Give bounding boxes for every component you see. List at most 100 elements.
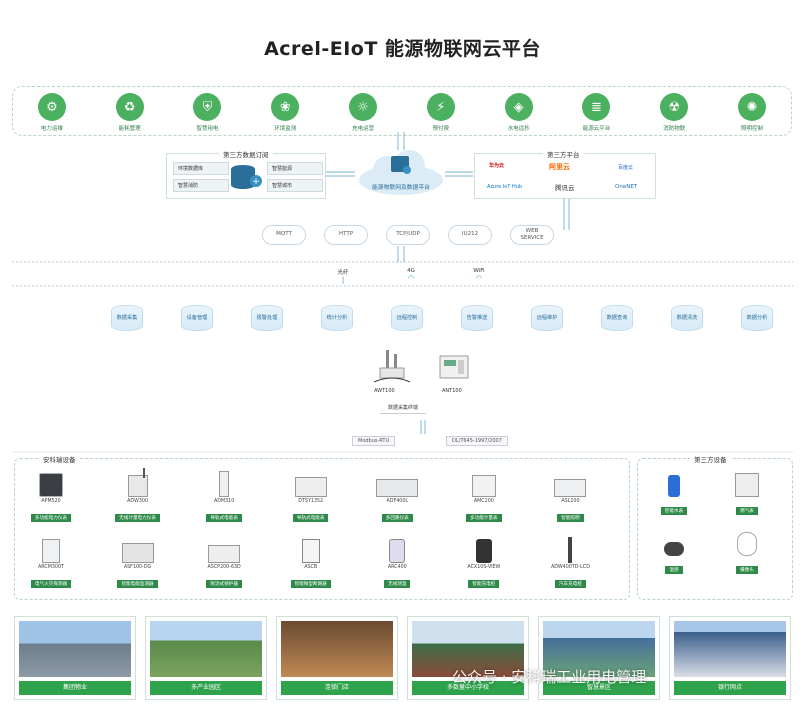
device-name: 汽车充电桩 — [554, 580, 586, 588]
third-party-device[interactable]: 燃气表 — [715, 471, 779, 516]
device-name: 导轨式电能表 — [206, 514, 242, 522]
third-party-platform-panel: 第三方平台 华为云 阿里云 Azure IoT Hub 腾讯云 百度云 OneN… — [474, 149, 656, 199]
scenario-card[interactable]: 多产业园区 — [145, 616, 267, 700]
network-type: WiFi ◠ — [468, 268, 490, 284]
scenario-card[interactable]: 集团物业 — [14, 616, 136, 700]
acrel-device[interactable]: APM520 多功能电力仪表 — [19, 471, 83, 523]
acrel-device[interactable]: ADW400TD-LCD 汽车充电桩 — [538, 537, 602, 589]
acrel-device[interactable]: ASF100-DG 智能电能监测器 — [106, 537, 170, 589]
scenario-card[interactable]: 智慧景区 — [538, 616, 660, 700]
huawei-cloud-logo: 华为云 — [489, 163, 505, 169]
function-label: 数据分析 — [746, 315, 768, 321]
scenario-card[interactable]: 多数量中小学校 — [407, 616, 529, 700]
third-party-device[interactable]: 温感 — [642, 530, 706, 575]
function-item: 报警处理 — [250, 305, 284, 331]
acrel-section-title: 安科瑞设备 — [39, 454, 80, 464]
function-row: 数据采集 设备管理 报警处理 统计分析 远程控制 告警推送 远程维护 数据查询 数据清洗 数据分析 — [110, 305, 774, 331]
acrel-device[interactable]: ARC400 无线测温 — [365, 537, 429, 589]
scenario-row: 集团物业 多产业园区 连锁门店 多数量中小学校 智慧景区 银行网点 — [14, 616, 791, 700]
device-name: 无线计量电力仪表 — [115, 514, 160, 522]
onenet-logo: OneNET — [615, 184, 638, 190]
device-name: 燃气表 — [736, 507, 758, 515]
acrel-device[interactable]: DTSY1352 导轨式电能表 — [279, 471, 343, 523]
network-type: 光纤 | — [332, 268, 354, 284]
function-item: 数据清洗 — [670, 305, 704, 331]
gateway-model: AWT100 — [374, 388, 395, 394]
device-model: DTSY1352 — [298, 499, 324, 504]
ant100-gateway-image — [436, 352, 472, 382]
cloud-label: 能源物联网及数据平台 — [372, 185, 430, 191]
acrel-device[interactable]: ASL100 智能照明 — [538, 471, 602, 523]
protocol-tag: MQTT — [262, 225, 306, 245]
bus-protocol: Modbus-RTU — [352, 436, 396, 446]
device-name: 智能微型断路器 — [290, 580, 331, 588]
device-name: 电气火灾探测器 — [30, 580, 72, 588]
device-model: ADW400TD-LCD — [550, 565, 590, 570]
acrel-device[interactable]: ARCM300T 电气火灾探测器 — [19, 537, 83, 589]
third-party-device[interactable]: 智能水表 — [642, 471, 706, 516]
database-cylinder-icon: 数据清洗 — [671, 305, 703, 331]
device-image — [192, 537, 256, 563]
signal-icon: | — [341, 276, 345, 284]
subscription-item[interactable]: 智慧消防 — [173, 179, 229, 192]
gateway-label: 数据采集终端 — [380, 404, 427, 414]
scenario-photo — [674, 621, 786, 677]
scenario-card[interactable]: 银行网点 — [669, 616, 791, 700]
device-name: 限流式保护器 — [206, 580, 242, 588]
third-party-subscription-panel: 第三方数据订阅 环境数据库 智慧消防 + 智慧能源 智慧城市 — [166, 149, 326, 199]
acrel-device[interactable]: AMC200 多功能计量表 — [452, 471, 516, 523]
acrel-device[interactable]: ACX10S-VIEW 智能充电桩 — [452, 537, 516, 589]
scenario-label: 多产业园区 — [150, 681, 262, 695]
subscription-item[interactable]: 环境数据库 — [173, 162, 229, 175]
scenario-card[interactable]: 连锁门店 — [276, 616, 398, 700]
database-cylinder-icon: 设备管理 — [181, 305, 213, 331]
device-image — [19, 471, 83, 497]
acrel-device[interactable]: ADF400L 多回路仪表 — [365, 471, 429, 523]
third-party-device[interactable]: 摄像头 — [715, 530, 779, 575]
device-image — [365, 471, 429, 497]
device-image — [106, 468, 170, 497]
subscription-item[interactable]: 智慧能源 — [267, 162, 323, 175]
device-name: 多功能电力仪表 — [30, 514, 72, 522]
function-label: 设备管理 — [186, 315, 208, 321]
protocol-tag: HTTP — [324, 225, 368, 245]
subscription-title: 第三方数据订阅 — [219, 149, 273, 159]
device-image — [538, 471, 602, 497]
scenario-label: 银行网点 — [674, 681, 786, 695]
baidu-cloud-logo: 百度云 — [618, 165, 634, 171]
bus-protocol: DL/T645-1997/2007 — [446, 436, 508, 446]
acrel-device[interactable]: ADW300 无线计量电力仪表 — [106, 468, 170, 523]
acrel-device[interactable]: ADM310 导轨式电能表 — [192, 471, 256, 523]
device-image — [452, 471, 516, 497]
network-row: 光纤 | 4G ◠ WiFi ◠ — [332, 268, 490, 284]
function-item: 数据分析 — [740, 305, 774, 331]
azure-logo: Azure IoT Hub — [487, 184, 523, 190]
function-item: 远程控制 — [390, 305, 424, 331]
acrel-device[interactable]: ASCB 智能微型断路器 — [279, 537, 343, 589]
device-model: ADM310 — [214, 499, 235, 504]
signal-icon: ◠ — [475, 274, 483, 282]
database-cylinder-icon: 数据采集 — [111, 305, 143, 331]
device-name: 多回路仪表 — [381, 514, 413, 522]
database-icon: + — [229, 164, 262, 190]
protocol-tag: TCP/UDP — [386, 225, 430, 245]
device-model: ARCM300T — [38, 565, 64, 570]
database-cylinder-icon: 数据查询 — [601, 305, 633, 331]
subscription-item[interactable]: 智慧城市 — [267, 179, 323, 192]
device-name: 温感 — [665, 566, 683, 574]
device-image — [279, 471, 343, 497]
device-name: 智能水表 — [660, 507, 688, 515]
device-image — [715, 471, 779, 497]
function-item: 远程维护 — [530, 305, 564, 331]
device-name: 摄像头 — [736, 566, 758, 574]
device-image — [106, 537, 170, 563]
scenario-photo — [281, 621, 393, 677]
device-name: 智能电能监测器 — [117, 580, 158, 588]
database-cylinder-icon: 远程控制 — [391, 305, 423, 331]
data-platform-cloud: 能源物联网及数据平台 — [357, 148, 445, 196]
acrel-device[interactable]: ASCP200-63D 限流式保护器 — [192, 537, 256, 589]
device-model: ACX10S-VIEW — [467, 565, 501, 570]
device-image — [642, 530, 706, 556]
tencent-cloud-logo: 腾讯云 — [555, 184, 575, 192]
function-label: 数据采集 — [116, 315, 138, 321]
